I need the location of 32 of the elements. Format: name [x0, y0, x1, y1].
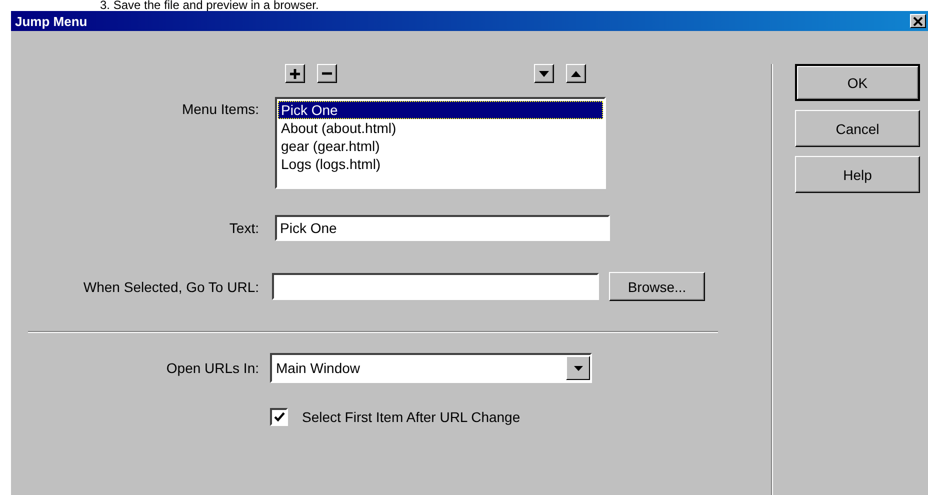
close-button[interactable]	[910, 14, 926, 28]
list-item[interactable]: gear (gear.html)	[278, 137, 603, 155]
check-icon	[274, 412, 284, 422]
list-item[interactable]: About (about.html)	[278, 119, 603, 137]
move-down-button[interactable]	[534, 64, 554, 83]
url-field[interactable]	[272, 273, 599, 300]
list-item[interactable]: Logs (logs.html)	[278, 155, 603, 173]
checkbox-label: Select First Item After URL Change	[302, 409, 520, 425]
dialog-button[interactable]: OK	[795, 64, 920, 101]
instruction-text: 3. Save the file and preview in a browser.	[99, 0, 320, 11]
browse-button[interactable]: Browse...	[609, 272, 705, 301]
dialog-button[interactable]: Help	[795, 156, 920, 193]
dialog-button[interactable]: Cancel	[795, 110, 920, 147]
remove-button[interactable]	[317, 64, 337, 83]
field-label: Text:	[228, 220, 259, 236]
window-dropdown[interactable]: Main Window	[270, 353, 592, 383]
move-up-button[interactable]	[566, 64, 586, 83]
triangle-up-icon	[571, 70, 581, 76]
text-field[interactable]: Pick One	[275, 215, 610, 241]
field-label: Open URLs In:	[165, 360, 259, 376]
plus-icon	[290, 68, 300, 78]
dropdown-arrow-icon	[574, 366, 582, 370]
minus-icon	[322, 72, 332, 75]
field-label: When Selected, Go To URL:	[82, 278, 259, 294]
close-icon	[913, 16, 923, 26]
triangle-down-icon	[539, 70, 549, 76]
checkbox[interactable]	[270, 408, 288, 426]
list-item[interactable]: Pick One	[278, 101, 603, 119]
menu-items-list[interactable]: Pick One About (about.html) gear (gear.html) Logs (logs.html)	[275, 97, 606, 189]
add-button[interactable]	[285, 64, 305, 83]
window-title: Jump Menu	[15, 14, 88, 28]
field-label: Menu Items:	[180, 100, 259, 117]
